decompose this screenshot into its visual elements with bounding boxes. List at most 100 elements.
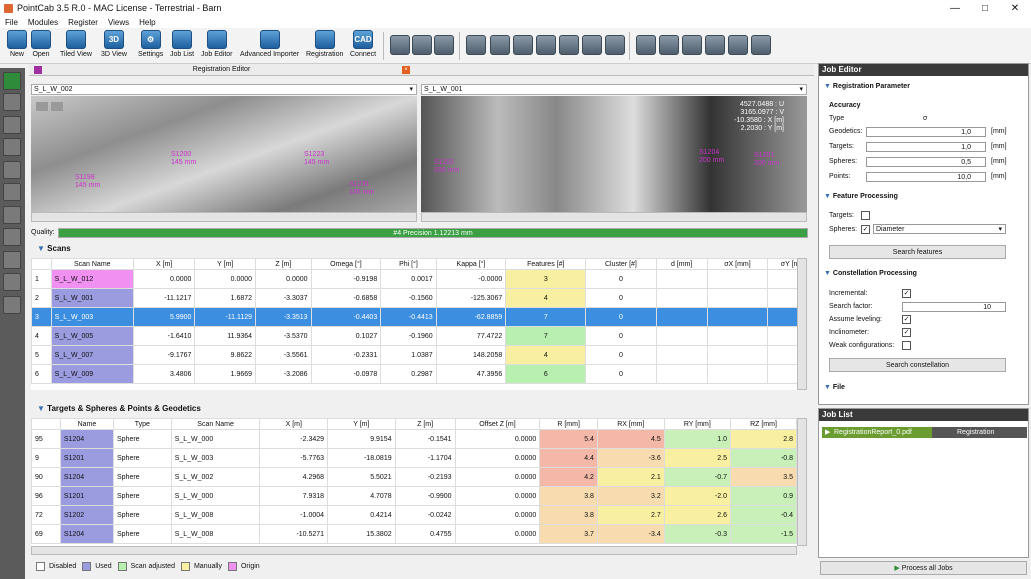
table-row[interactable]: 69 S1204 Sphere S_L_W_008 -10.5271 15.3802 0.4… [31,524,797,544]
right-scan-view[interactable]: S1202 200 mm S1204 200 mm S1201 200 mm 4… [421,96,807,212]
maximize-icon[interactable]: □ [970,0,1000,16]
close-editor-icon[interactable]: × [402,66,410,74]
menu-help[interactable]: Help [134,18,160,27]
cube-icon[interactable] [3,206,21,224]
grid-tool-icon[interactable] [434,35,454,55]
column-header[interactable]: Y [m] [194,258,257,270]
job-row[interactable]: RegistrationReport_0.pdf ▶ Registration [822,427,1027,438]
column-header[interactable]: σX [mm] [706,258,769,270]
targets-section-header[interactable]: ▼ Targets & Spheres & Points & Geodetics [29,403,814,415]
column-header[interactable]: RX [mm] [596,418,665,430]
document-icon[interactable] [3,138,21,156]
column-header[interactable]: Y [m] [327,418,396,430]
targets-horizontal-scrollbar[interactable] [31,546,797,555]
process-all-jobs-button[interactable]: ▶ Process all Jobs [820,561,1027,575]
view-control-icon[interactable] [51,102,63,111]
mesh-icon[interactable] [3,296,21,314]
close-icon[interactable]: ✕ [1000,0,1030,16]
column-header[interactable]: Features [#] [505,258,587,270]
segment-tool-icon[interactable] [659,35,679,55]
minimize-icon[interactable]: — [940,0,970,16]
3d-view-button[interactable]: 3D 3D View [101,30,127,58]
tiled-view-button[interactable]: Tiled View [60,30,92,58]
spheres-checkbox[interactable]: ✓ [861,225,870,234]
column-header[interactable]: RY [mm] [663,418,731,430]
table-row[interactable]: 96 S1201 Sphere S_L_W_000 7.9318 4.7078 -0.990… [31,486,797,506]
table-row[interactable]: 95 S1204 Sphere S_L_W_000 -2.3429 9.9154 -0.15… [31,429,797,449]
line-tool-icon[interactable] [490,35,510,55]
assume-leveling-checkbox[interactable]: ✓ [902,315,911,324]
geodetics-field[interactable]: 1,0 [866,127,986,137]
column-header[interactable]: Z [m] [255,258,312,270]
table-row[interactable]: 2 S_L_W_001 -11.1217 1.6872 -3.3037 -0.6858 -0… [31,288,797,308]
diagonal-tool-icon[interactable] [536,35,556,55]
constellation-processing-header[interactable]: ▼ Constellation Processing [824,270,917,277]
column-header[interactable]: X [m] [132,258,196,270]
text-tool-icon[interactable] [728,35,748,55]
play-icon[interactable] [3,183,21,201]
panel-icon[interactable] [3,251,21,269]
targets-vertical-scrollbar[interactable] [797,418,807,546]
search-constellation-button[interactable]: Search constellation [829,358,1006,372]
view-control-icon[interactable] [36,102,48,111]
table-row[interactable]: 9 S1201 Sphere S_L_W_003 -5.7763 -18.0819 -1.1… [31,448,797,468]
inclinometer-checkbox[interactable]: ✓ [902,328,911,337]
job-list-button[interactable]: Job List [170,30,194,58]
rotate-icon[interactable] [3,161,21,179]
layers-icon[interactable] [3,93,21,111]
table-row[interactable]: 90 S1204 Sphere S_L_W_002 4.2968 5.5021 -0.219… [31,467,797,487]
scans-section-header[interactable]: ▼ Scans [29,243,814,255]
table-row[interactable]: 72 S1202 Sphere S_L_W_008 -1.0004 0.4214 -0.02… [31,505,797,525]
spheres-method-select[interactable]: Diameter ▾ [873,224,1006,234]
left-scan-view[interactable]: S1198 145 mm S1200 145 mm S1223 145 mm S… [31,96,417,212]
settings-button[interactable]: ⚙ Settings [138,30,163,58]
column-header[interactable]: Phi [°] [380,258,437,270]
select-arrow-icon[interactable] [3,72,21,90]
column-header[interactable] [31,418,61,430]
search-features-button[interactable]: Search features [829,245,1006,259]
open-button[interactable]: Open [31,30,51,58]
scans-vertical-scrollbar[interactable] [797,258,807,390]
left-scan-select[interactable]: S_L_W_002 ▾ [31,84,417,95]
column-header[interactable]: Name [59,418,115,430]
column-header[interactable]: X [m] [259,418,329,430]
menu-modules[interactable]: Modules [23,18,63,27]
table-row[interactable]: 6 S_L_W_009 3.4806 1.9669 -3.2086 -0.0978 0.29… [31,364,797,384]
corner-tool-icon[interactable] [559,35,579,55]
column-header[interactable]: Type [113,418,172,430]
right-horizontal-scrollbar[interactable] [421,212,807,222]
measure-tool-icon[interactable] [466,35,486,55]
crosshair-tool-icon[interactable] [390,35,410,55]
advanced-importer-button[interactable]: Advanced Importer [240,30,299,58]
column-header[interactable]: RZ [mm] [729,418,797,430]
column-header[interactable]: d [mm] [655,258,708,270]
angle-tool-icon[interactable] [705,35,725,55]
targets-checkbox[interactable] [861,211,870,220]
registration-parameter-header[interactable]: ▼ Registration Parameter [824,83,910,90]
job-editor-button[interactable]: Job Editor [201,30,233,58]
table-row[interactable]: 1 S_L_W_012 0.0000 0.0000 0.0000 -0.9198 0.001… [31,269,797,289]
area-tool-icon[interactable] [751,35,771,55]
menu-register[interactable]: Register [63,18,103,27]
column-header[interactable]: Omega [°] [310,258,382,270]
menu-views[interactable]: Views [103,18,134,27]
table-row[interactable]: 3 S_L_W_003 5.9900 -11.1129 -3.3513 -0.4403 -0… [31,307,797,327]
feature-processing-header[interactable]: ▼ Feature Processing [824,193,898,200]
column-header[interactable]: Scan Name [50,258,134,270]
column-header[interactable]: R [mm] [539,418,598,430]
spheres-field[interactable]: 0,5 [866,157,986,167]
vertex-tool-icon[interactable] [636,35,656,55]
curve-tool-icon[interactable] [605,35,625,55]
right-scan-select[interactable]: S_L_W_001 ▾ [421,84,807,95]
column-header[interactable]: Z [m] [394,418,456,430]
column-header[interactable]: Scan Name [170,418,261,430]
column-header[interactable]: σY [n [767,258,797,270]
polyline-tool-icon[interactable] [682,35,702,55]
search-factor-field[interactable]: 10 [902,302,1006,312]
view-tool-icon[interactable] [412,35,432,55]
left-horizontal-scrollbar[interactable] [31,212,417,222]
weak-configurations-checkbox[interactable] [902,341,911,350]
targets-field[interactable]: 1,0 [866,142,986,152]
incremental-checkbox[interactable]: ✓ [902,289,911,298]
column-header[interactable] [31,258,52,270]
